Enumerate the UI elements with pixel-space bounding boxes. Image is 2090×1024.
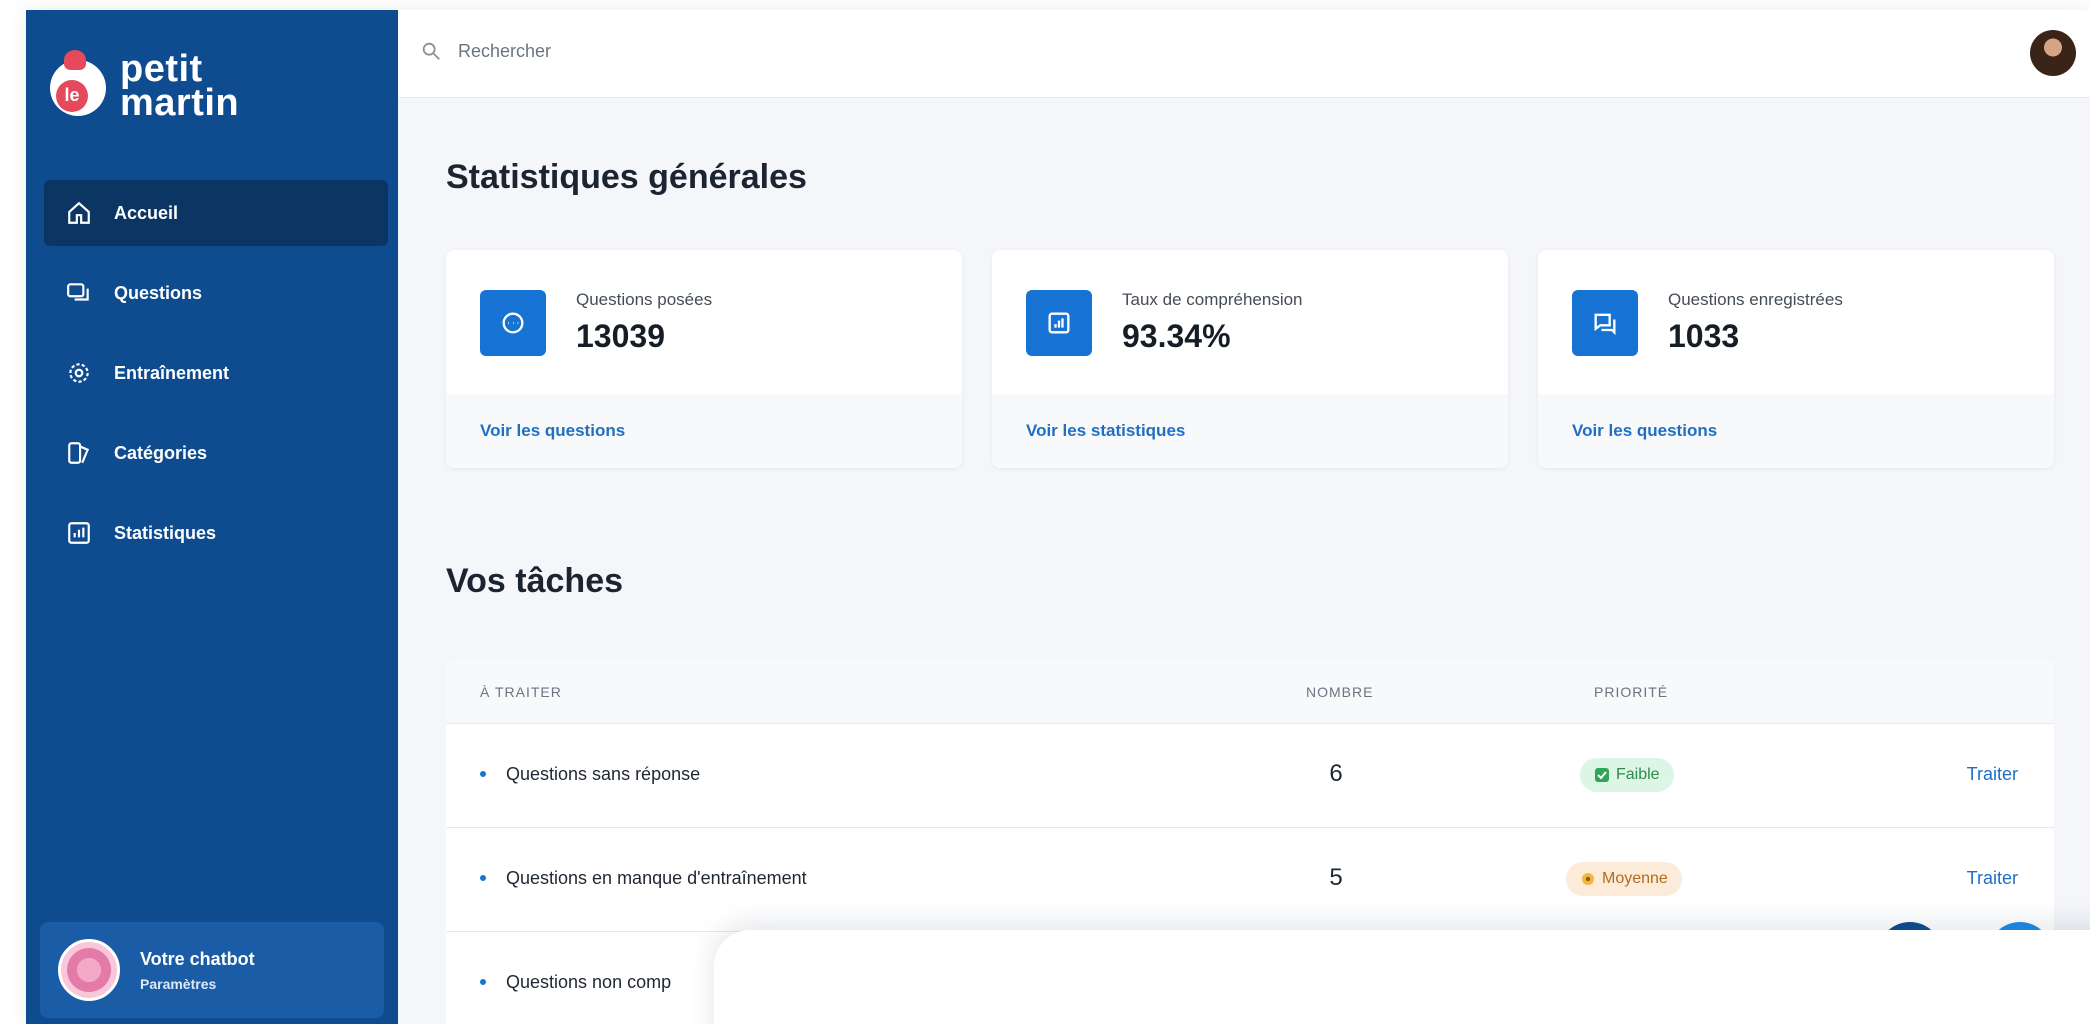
logo-line-2: martin — [120, 82, 240, 124]
sidebar-nav: Accueil Questions Entraînement Catégorie… — [44, 180, 388, 580]
stat-link[interactable]: Voir les questions — [1572, 421, 1717, 441]
priority-label: Faible — [1616, 766, 1660, 783]
priority-label: Moyenne — [1602, 870, 1668, 887]
task-name: Questions non comp — [506, 972, 672, 992]
task-name: Questions en manque d'entraînement — [506, 868, 807, 888]
overlay-panel — [714, 930, 2090, 1024]
stat-link[interactable]: Voir les statistiques — [1026, 421, 1185, 441]
chatbot-text: Votre chatbot Paramètres — [140, 949, 255, 992]
stats-title: Statistiques générales — [446, 158, 807, 196]
stat-label: Taux de compréhension — [1122, 290, 1303, 309]
sidebar-item-label: Statistiques — [114, 522, 217, 543]
stat-link[interactable]: Voir les questions — [480, 421, 625, 441]
chatbot-settings-card[interactable]: Votre chatbot Paramètres — [40, 922, 384, 1018]
stat-label: Questions posées — [576, 290, 713, 309]
logo-crest-icon — [64, 50, 86, 70]
search-icon — [420, 40, 442, 62]
table-header: À TRAITER NOMBRE PRIORITÉ — [446, 660, 2054, 724]
chat-icon — [1572, 290, 1638, 356]
sidebar-item-label: Accueil — [114, 202, 179, 223]
stat-label: Questions enregistrées — [1668, 290, 1843, 309]
stat-footer: Voir les statistiques — [992, 394, 1508, 468]
column-header-count: NOMBRE — [1306, 684, 1374, 700]
sidebar-item-statistiques[interactable]: Statistiques — [44, 500, 388, 566]
chatbot-avatar — [58, 939, 120, 1001]
priority-badge: Moyenne — [1566, 862, 1682, 896]
check-icon — [1594, 767, 1610, 783]
sidebar-item-questions[interactable]: Questions — [44, 260, 388, 326]
bullet — [480, 979, 486, 985]
message-icon — [480, 290, 546, 356]
bullet — [480, 771, 486, 777]
stat-footer: Voir les questions — [1538, 394, 2054, 468]
logo-mark: le — [50, 50, 106, 116]
logo-line-1: petit — [120, 48, 203, 90]
sidebar-item-categories[interactable]: Catégories — [44, 420, 388, 486]
task-count: 5 — [1329, 864, 1343, 891]
sidebar-item-entrainement[interactable]: Entraînement — [44, 340, 388, 406]
warning-icon — [1580, 871, 1596, 887]
sidebar-item-label: Entraînement — [114, 362, 230, 383]
gear-icon — [66, 360, 92, 386]
chat-icon — [66, 280, 92, 306]
column-header-priority: PRIORITÉ — [1594, 684, 1669, 700]
stat-card-questions-enregistrees: Questions enregistrées 1033 Voir les que… — [1538, 250, 2054, 468]
table-row: Questions sans réponse 6 Faible Traiter — [446, 724, 2054, 828]
chatbot-title: Votre chatbot — [140, 948, 255, 969]
user-avatar[interactable] — [2030, 30, 2076, 76]
tags-icon — [66, 440, 92, 466]
tasks-title: Vos tâches — [446, 562, 624, 600]
app-window: le petit martin Accueil Questions Entraî… — [26, 10, 2090, 1024]
column-header-task: À TRAITER — [480, 684, 562, 700]
sidebar-item-accueil[interactable]: Accueil — [44, 180, 388, 246]
chart-icon — [1026, 290, 1092, 356]
logo[interactable]: le petit martin — [50, 42, 280, 142]
table-row: Questions en manque d'entraînement 5 Moy… — [446, 828, 2054, 932]
sidebar: le petit martin Accueil Questions Entraî… — [26, 10, 398, 1024]
sidebar-item-label: Questions — [114, 282, 203, 303]
stat-value: 13039 — [576, 318, 665, 354]
priority-badge: Faible — [1580, 758, 1674, 792]
search-input[interactable] — [458, 34, 1058, 68]
sidebar-item-label: Catégories — [114, 442, 208, 463]
stat-card-taux-comprehension: Taux de compréhension 93.34% Voir les st… — [992, 250, 1508, 468]
chart-icon — [66, 520, 92, 546]
task-name: Questions sans réponse — [506, 764, 701, 784]
stat-value: 1033 — [1668, 318, 1740, 354]
stat-footer: Voir les questions — [446, 394, 962, 468]
logo-le: le — [56, 80, 88, 112]
treat-button[interactable]: Traiter — [1967, 868, 2018, 889]
home-icon — [66, 200, 92, 226]
bullet — [480, 875, 486, 881]
stat-value: 93.34% — [1122, 318, 1231, 354]
task-count: 6 — [1329, 760, 1343, 787]
chatbot-subtitle: Paramètres — [140, 975, 217, 992]
logo-text: petit martin — [120, 48, 240, 124]
treat-button[interactable]: Traiter — [1967, 764, 2018, 785]
topbar — [398, 10, 2090, 98]
stat-card-questions-posees: Questions posées 13039 Voir les question… — [446, 250, 962, 468]
